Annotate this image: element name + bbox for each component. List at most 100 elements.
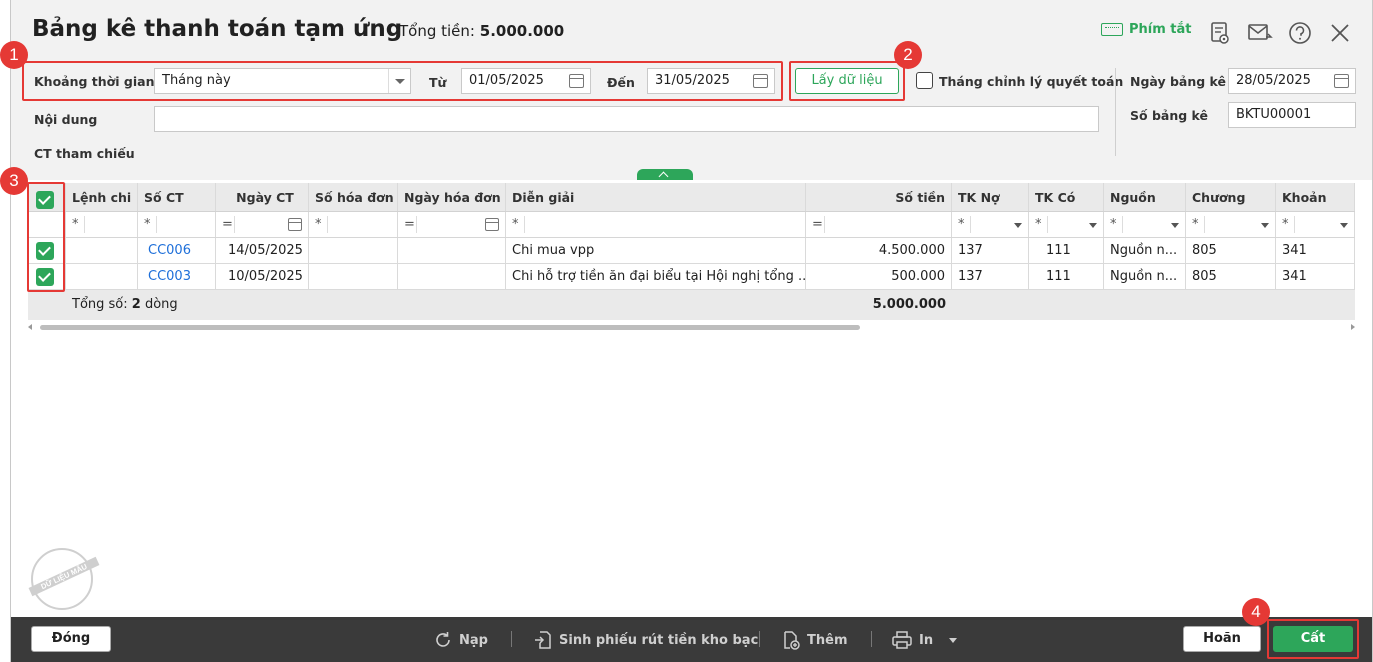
horizontal-scrollbar[interactable] bbox=[28, 322, 1355, 332]
filter-cell[interactable]: * bbox=[1186, 212, 1276, 237]
calendar-icon[interactable] bbox=[485, 218, 499, 231]
calendar-icon[interactable] bbox=[288, 218, 302, 231]
filter-cell[interactable]: * bbox=[66, 212, 138, 237]
filter-cell[interactable]: * bbox=[309, 212, 398, 237]
cell-so-hd bbox=[309, 238, 398, 263]
filter-cell[interactable]: * bbox=[1104, 212, 1186, 237]
column-header[interactable]: Nguồn bbox=[1104, 183, 1186, 211]
chevron-down-icon[interactable] bbox=[949, 637, 958, 643]
scroll-thumb[interactable] bbox=[40, 325, 860, 330]
content-input[interactable] bbox=[154, 106, 1099, 132]
chevron-down-icon[interactable] bbox=[1014, 223, 1022, 228]
adjust-month-checkbox[interactable] bbox=[916, 72, 933, 89]
column-header[interactable]: Diễn giải bbox=[506, 183, 806, 211]
highlight-box-checkboxes bbox=[27, 182, 65, 292]
filter-operator[interactable]: * bbox=[512, 212, 519, 237]
statement-date-label: Ngày bảng kê bbox=[1130, 74, 1226, 89]
column-header[interactable]: Ngày CT bbox=[216, 183, 309, 211]
filter-cell[interactable]: * bbox=[1276, 212, 1355, 237]
close-icon[interactable] bbox=[1327, 20, 1353, 46]
generate-withdrawal-label: Sinh phiếu rút tiền kho bạc bbox=[559, 632, 759, 648]
filter-operator[interactable]: * bbox=[958, 212, 965, 237]
generate-withdrawal-button[interactable]: Sinh phiếu rút tiền kho bạc bbox=[533, 630, 758, 650]
grid-header-row: Lệnh chi Số CT Ngày CT Số hóa đơn Ngày h… bbox=[28, 183, 1355, 212]
cell-chuong: 805 bbox=[1186, 264, 1276, 289]
keyboard-icon bbox=[1101, 23, 1123, 36]
reload-button[interactable]: Nạp bbox=[433, 630, 488, 650]
add-button[interactable]: Thêm bbox=[781, 630, 848, 650]
filter-operator[interactable]: = bbox=[222, 212, 233, 237]
scroll-left-icon[interactable] bbox=[28, 324, 32, 330]
print-button[interactable]: In bbox=[891, 630, 958, 650]
filter-operator[interactable]: * bbox=[144, 212, 151, 237]
highlight-box-filters bbox=[22, 61, 783, 101]
step-badge-1: 1 bbox=[0, 41, 28, 69]
filter-operator[interactable]: * bbox=[72, 212, 79, 237]
footer-toolbar: Đóng Nạp Sinh phiếu rút tiền kho bạc Thê… bbox=[11, 617, 1372, 662]
total-label: Tổng tiền: bbox=[399, 22, 475, 40]
column-header[interactable]: Số hóa đơn bbox=[309, 183, 398, 211]
total-amount: 5.000.000 bbox=[872, 297, 946, 312]
filter-cell[interactable]: * bbox=[506, 212, 806, 237]
filter-operator[interactable]: * bbox=[1110, 212, 1117, 237]
table-row[interactable]: CC003 10/05/2025 Chi hỗ trợ tiền ăn đại … bbox=[28, 264, 1355, 290]
cell-ngay-hd bbox=[398, 264, 506, 289]
column-header[interactable]: Ngày hóa đơn bbox=[398, 183, 506, 211]
cell-tk-no: 137 bbox=[952, 264, 1029, 289]
chevron-down-icon[interactable] bbox=[1261, 223, 1269, 228]
filter-cell[interactable]: * bbox=[952, 212, 1029, 237]
view-guide-icon[interactable] bbox=[1207, 20, 1233, 46]
cancel-button[interactable]: Hoãn bbox=[1183, 626, 1261, 652]
shortcut-button[interactable]: Phím tắt bbox=[1101, 22, 1192, 37]
statement-date-input[interactable]: 28/05/2025 bbox=[1228, 68, 1356, 94]
filter-operator[interactable]: = bbox=[812, 212, 823, 237]
filter-cell[interactable]: * bbox=[138, 212, 216, 237]
cell-so-hd bbox=[309, 264, 398, 289]
column-header[interactable]: Khoản bbox=[1276, 183, 1355, 211]
cell-tk-co: 111 bbox=[1029, 238, 1104, 263]
filter-operator[interactable]: * bbox=[1282, 212, 1289, 237]
scroll-right-icon[interactable] bbox=[1351, 324, 1355, 330]
help-icon[interactable] bbox=[1287, 20, 1313, 46]
column-header[interactable]: TK Có bbox=[1029, 183, 1104, 211]
column-header[interactable]: Chương bbox=[1186, 183, 1276, 211]
close-button[interactable]: Đóng bbox=[31, 626, 111, 652]
filter-cell[interactable]: * bbox=[1029, 212, 1104, 237]
table-row[interactable]: CC006 14/05/2025 Chi mua vpp 4.500.000 1… bbox=[28, 238, 1355, 264]
cell-nguon: Nguồn n... bbox=[1104, 238, 1186, 263]
chevron-down-icon[interactable] bbox=[1171, 223, 1179, 228]
content-label: Nội dung bbox=[34, 112, 98, 127]
add-document-icon bbox=[784, 631, 800, 650]
chevron-down-icon[interactable] bbox=[1089, 223, 1097, 228]
filter-cell[interactable]: = bbox=[806, 212, 952, 237]
collapse-toggle[interactable] bbox=[637, 169, 693, 180]
filter-operator[interactable]: * bbox=[1035, 212, 1042, 237]
cell-so-tien: 500.000 bbox=[806, 264, 952, 289]
mail-icon[interactable] bbox=[1247, 20, 1273, 46]
voucher-link[interactable]: CC006 bbox=[138, 238, 216, 263]
column-header[interactable]: TK Nợ bbox=[952, 183, 1029, 211]
filter-cell[interactable]: = bbox=[216, 212, 309, 237]
reload-label: Nạp bbox=[459, 632, 488, 648]
chevron-down-icon[interactable] bbox=[1340, 223, 1348, 228]
divider bbox=[1115, 68, 1116, 156]
grid-total-row: Tổng số: 2 dòng 5.000.000 bbox=[28, 290, 1355, 320]
calendar-icon[interactable] bbox=[1334, 74, 1349, 88]
filter-cell[interactable]: = bbox=[398, 212, 506, 237]
refresh-icon bbox=[436, 632, 450, 647]
column-header[interactable]: Lệnh chi bbox=[66, 183, 138, 211]
filter-operator[interactable]: * bbox=[1192, 212, 1199, 237]
cell-chuong: 805 bbox=[1186, 238, 1276, 263]
filter-operator[interactable]: = bbox=[404, 212, 415, 237]
voucher-link[interactable]: CC003 bbox=[138, 264, 216, 289]
column-header[interactable]: Số CT bbox=[138, 183, 216, 211]
sample-data-stamp: DỮ LIỆU MẪU bbox=[28, 548, 100, 610]
toolbar-divider bbox=[511, 631, 512, 647]
cell-dien-giai: Chi hỗ trợ tiền ăn đại biểu tại Hội nghị… bbox=[506, 264, 806, 289]
toolbar-divider bbox=[759, 631, 760, 647]
total-count-prefix: Tổng số: bbox=[72, 297, 128, 312]
import-document-icon bbox=[535, 631, 551, 649]
statement-number-input[interactable]: BKTU00001 bbox=[1228, 102, 1356, 128]
column-header[interactable]: Số tiền bbox=[806, 183, 952, 211]
filter-operator[interactable]: * bbox=[315, 212, 322, 237]
